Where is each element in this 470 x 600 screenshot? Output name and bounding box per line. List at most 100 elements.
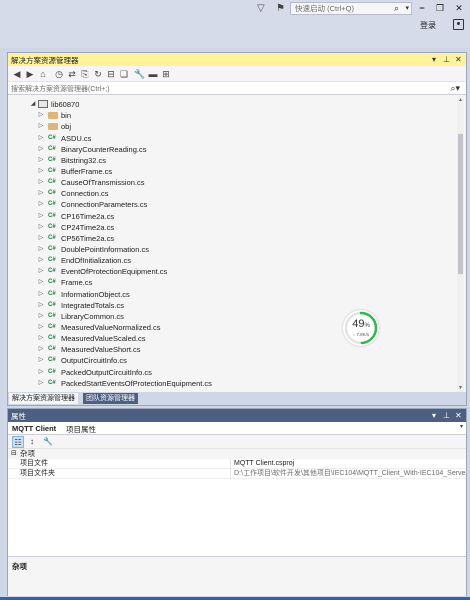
tree-item-file[interactable]: ▷ C# CP24Time2a.cs [8,222,458,233]
forward-icon[interactable]: ▶ [24,68,36,80]
tree-item-folder[interactable]: ▷ bin [8,110,458,121]
property-row[interactable]: 项目文件夹 D:\工作项目\软件开发\其他项目\IEC104\MQTT_Clie… [8,469,466,479]
filter-icon[interactable]: ▽ [257,3,269,15]
categorized-icon[interactable]: ☷ [12,436,24,448]
expand-arrow-icon[interactable]: ▷ [37,121,45,132]
expand-arrow-icon[interactable]: ◢ [29,99,37,110]
quick-launch-input[interactable]: 快速启动 (Ctrl+Q) ⌕ ▾ [290,2,412,15]
search-icon[interactable]: ⌕ [394,3,399,14]
expand-arrow-icon[interactable]: ▷ [37,378,45,389]
expand-arrow-icon[interactable]: ▷ [37,255,45,266]
expand-arrow-icon[interactable]: ▷ [37,222,45,233]
window-position-icon[interactable]: ▾ [432,54,436,65]
expand-arrow-icon[interactable]: ▷ [37,355,45,366]
vertical-scrollbar[interactable]: ▲ ▼ [457,96,464,392]
tree-item-file[interactable]: ▷ C# ConnectionParameters.cs [8,199,458,210]
category-header[interactable]: ⊟ 杂项 [8,449,466,459]
tab-team-explorer[interactable]: 团队资源管理器 [83,393,138,404]
show-all-files-icon[interactable]: ❏ [118,68,130,80]
back-icon[interactable]: ◀ [11,68,23,80]
expand-arrow-icon[interactable]: ▷ [37,188,45,199]
tree-item-project[interactable]: ◢ lib60870 [8,99,458,110]
expand-arrow-icon[interactable]: ▷ [37,244,45,255]
expand-arrow-icon[interactable]: ▷ [37,166,45,177]
notification-flag-icon[interactable]: ⚑ [276,3,288,15]
expand-arrow-icon[interactable]: ▷ [37,367,45,378]
expand-arrow-icon[interactable]: ▷ [37,110,45,121]
window-position-icon[interactable]: ▾ [432,410,436,421]
tree-item-file[interactable]: ▷ C# CP56Time2a.cs [8,233,458,244]
login-link[interactable]: 登录 [420,20,436,31]
column-divider[interactable] [230,469,231,479]
tab-solution-explorer[interactable]: 解决方案资源管理器 [9,393,78,404]
chevron-down-icon[interactable]: ▾ [460,423,463,430]
tree-item-file[interactable]: ▷ C# PackedOutputCircuitInfo.cs [8,367,458,378]
expand-arrow-icon[interactable]: ▷ [37,311,45,322]
expand-arrow-icon[interactable]: ▷ [37,333,45,344]
tree-item-file[interactable]: ▷ C# EventOfProtectionEquipment.cs [8,266,458,277]
user-feedback-icon[interactable] [453,19,464,30]
expand-arrow-icon[interactable]: ▷ [37,300,45,311]
pin-icon[interactable]: ⊥ [443,54,450,65]
restore-button[interactable]: ❐ [432,2,448,14]
expand-arrow-icon[interactable]: ▷ [37,211,45,222]
tree-item-file[interactable]: ▷ C# Connection.cs [8,188,458,199]
tree-item-file[interactable]: ▷ C# PackedStartEventsOfProtectionEquipmen… [8,378,458,389]
expand-arrow-icon[interactable]: ▷ [37,233,45,244]
tree-item-file[interactable]: ▷ C# EndOfInitialization.cs [8,255,458,266]
expand-arrow-icon[interactable]: ▷ [37,344,45,355]
expand-arrow-icon[interactable]: ▷ [37,199,45,210]
pin-icon[interactable]: ⊥ [443,410,450,421]
expand-arrow-icon[interactable]: ▷ [37,277,45,288]
search-icon[interactable]: ⌕▾ [450,82,460,94]
pending-changes-icon[interactable]: ⎘ [79,68,91,80]
expand-arrow-icon[interactable]: ▷ [37,177,45,188]
chevron-down-icon[interactable]: ▾ [405,3,409,14]
home-icon[interactable]: ⌂ [37,68,49,80]
alphabetical-icon[interactable]: ↕ [26,436,38,448]
network-speed-widget[interactable]: 49% ↓ 7.8K/s [343,310,379,346]
expand-arrow-icon[interactable]: ▷ [37,322,45,333]
tree-item-file[interactable]: ▷ C# BinaryCounterReading.cs [8,144,458,155]
close-icon[interactable]: ✕ [455,54,462,65]
tree-item-file[interactable]: ▷ C# OutputCircuitInfo.cs [8,355,458,366]
property-row[interactable]: 项目文件 MQTT Client.csproj [8,459,466,469]
solution-explorer-search-input[interactable]: 搜索解决方案资源管理器(Ctrl+;) ⌕▾ [8,82,466,95]
sync-icon[interactable]: ⇄ [66,68,78,80]
tree-item-file[interactable]: ▷ C# BufferFrame.cs [8,166,458,177]
tree-item-file[interactable]: ▷ C# LibraryCommon.cs [8,311,458,322]
tree-item-file[interactable]: ▷ C# MeasuredValueScaled.cs [8,333,458,344]
tree-item-file[interactable]: ▷ C# IntegratedTotals.cs [8,300,458,311]
preview-selected-icon[interactable]: ▬ [147,68,159,80]
expand-arrow-icon[interactable]: ▷ [37,266,45,277]
scroll-down-icon[interactable]: ▼ [457,385,464,391]
scrollbar-thumb[interactable] [458,134,463,274]
tree-item-file[interactable]: ▷ C# Bitstring32.cs [8,155,458,166]
expand-arrow-icon[interactable]: ▷ [37,133,45,144]
tree-item-file[interactable]: ▷ C# Frame.cs [8,277,458,288]
properties-wrench-icon[interactable]: 🔧 [134,68,146,80]
refresh-icon[interactable]: ↻ [92,68,104,80]
object-selector[interactable]: MQTT Client 项目属性 ▾ [8,422,466,435]
minimize-button[interactable]: − [414,2,430,14]
expand-arrow-icon[interactable]: ▷ [37,144,45,155]
close-button[interactable]: ✕ [451,2,467,14]
close-icon[interactable]: ✕ [455,410,462,421]
property-pages-wrench-icon[interactable]: 🔧 [42,436,54,448]
class-view-icon[interactable]: ⊞ [160,68,172,80]
collapse-all-icon[interactable]: ⊟ [105,68,117,80]
tree-item-file[interactable]: ▷ C# CP16Time2a.cs [8,211,458,222]
tree-item-file[interactable]: ▷ C# MeasuredValueShort.cs [8,344,458,355]
column-divider[interactable] [230,459,231,469]
tree-item-file[interactable]: ▷ C# ASDU.cs [8,133,458,144]
expand-arrow-icon[interactable]: ▷ [37,289,45,300]
tree-item-file[interactable]: ▷ C# InformationObject.cs [8,289,458,300]
tree-item-file[interactable]: ▷ C# MeasuredValueNormalized.cs [8,322,458,333]
history-icon[interactable]: ◷ [53,68,65,80]
tree-item-file[interactable]: ▷ C# DoublePointInformation.cs [8,244,458,255]
tree-item-file[interactable]: ▷ C# CauseOfTransmission.cs [8,177,458,188]
scroll-up-icon[interactable]: ▲ [457,97,464,103]
collapse-icon[interactable]: ⊟ [11,449,17,459]
tree-item-folder[interactable]: ▷ obj [8,121,458,132]
expand-arrow-icon[interactable]: ▷ [37,155,45,166]
